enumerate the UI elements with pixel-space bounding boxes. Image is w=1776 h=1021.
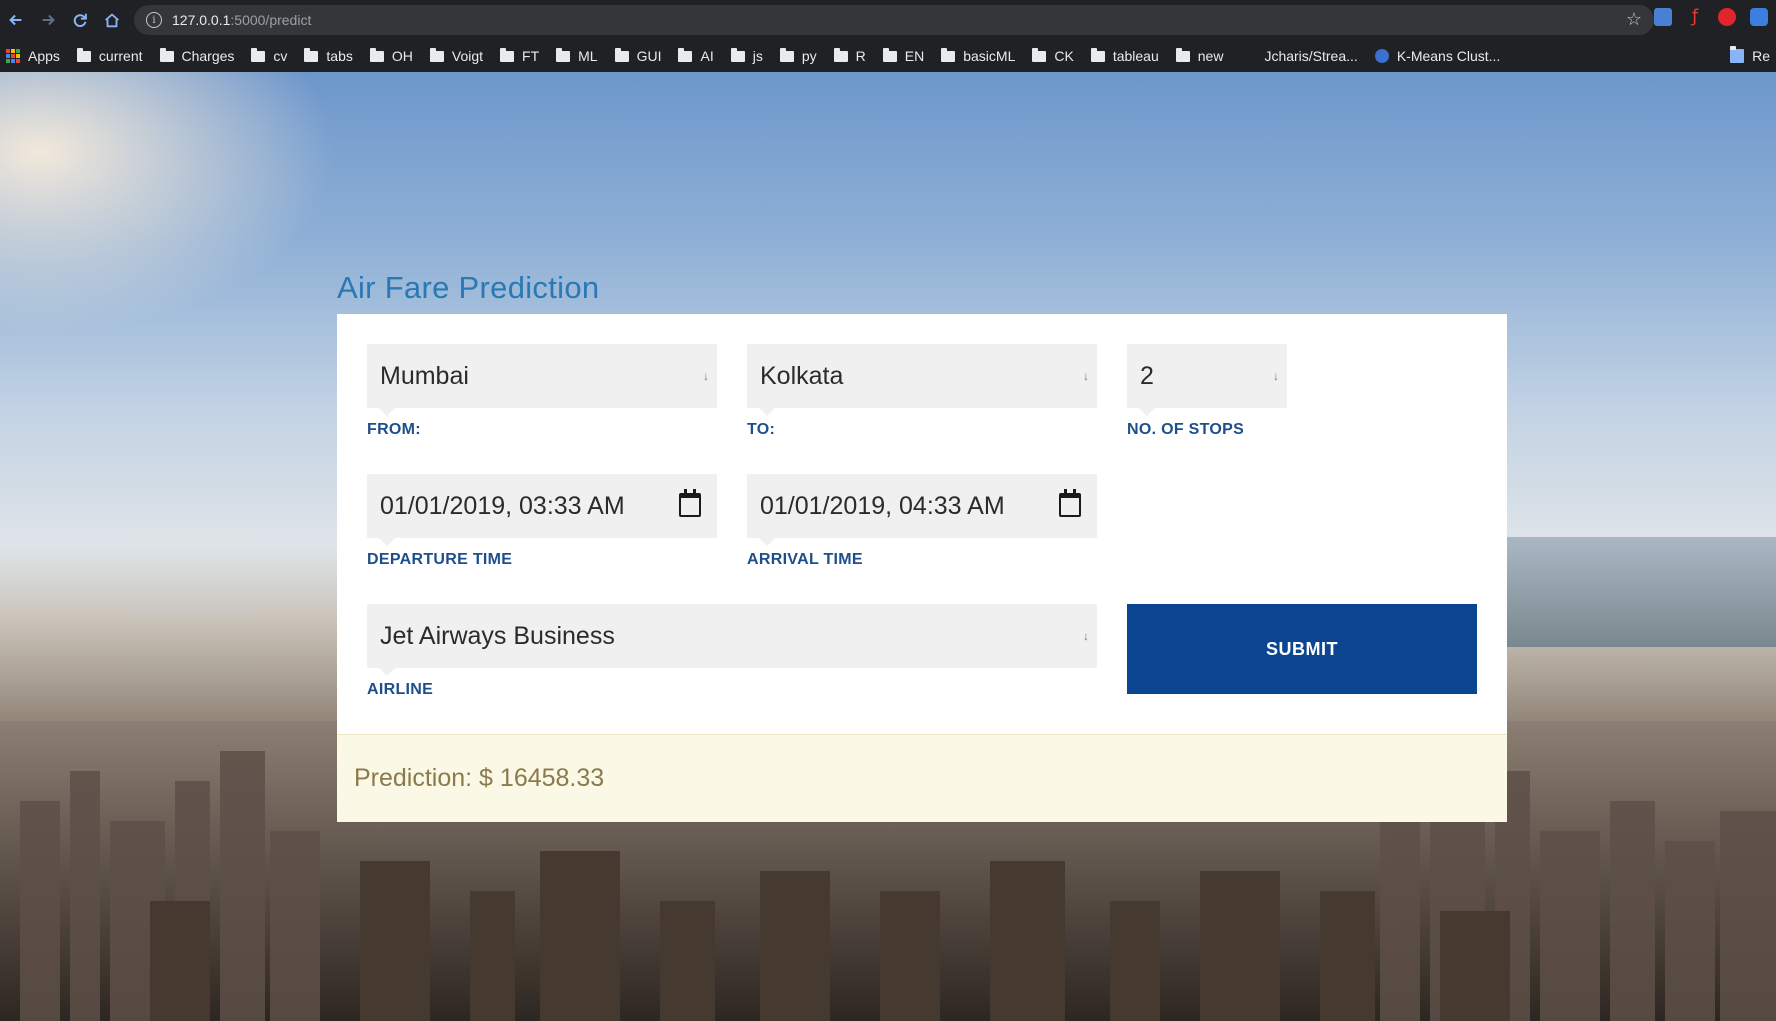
bookmark-star-icon[interactable]: ☆ [1626, 9, 1642, 30]
bookmark-folder[interactable]: AI [678, 47, 714, 64]
bookmark-folder[interactable]: GUI [614, 47, 661, 64]
page-title: Air Fare Prediction [337, 270, 600, 305]
bookmark-folder[interactable]: current [76, 47, 143, 64]
bookmark-link[interactable]: K-Means Clust... [1374, 48, 1500, 64]
stops-label: NO. OF STOPS [1127, 421, 1245, 438]
folder-icon [678, 47, 693, 62]
dropdown-arrow-icon: ↓ [1083, 369, 1089, 383]
address-bar[interactable]: i 127.0.0.1:5000/predict ☆ [134, 5, 1654, 35]
stops-select[interactable]: 2 ↓ [1127, 344, 1287, 416]
prediction-result: Prediction: $ 16458.33 [337, 734, 1507, 822]
bookmark-folder[interactable]: ML [556, 47, 598, 64]
folder-icon [833, 47, 848, 62]
pdf-extension-icon[interactable]: ƒ [1686, 8, 1704, 26]
calendar-icon[interactable] [1059, 489, 1081, 517]
folder-icon [500, 47, 515, 62]
bookmark-folder[interactable]: Voigt [429, 47, 483, 64]
bookmark-folder[interactable]: FT [500, 47, 539, 64]
folder-icon [779, 47, 794, 62]
folder-icon [730, 47, 745, 62]
bookmark-folder[interactable]: CK [1032, 47, 1074, 64]
airline-label: AIRLINE [367, 681, 434, 698]
dropdown-arrow-icon: ↓ [1083, 629, 1089, 643]
to-label: TO: [747, 421, 776, 438]
folder-icon [614, 47, 629, 62]
bookmark-folder[interactable]: js [730, 47, 763, 64]
stops-value: 2 [1140, 361, 1154, 390]
from-select[interactable]: Mumbai ↓ [367, 344, 717, 416]
folder-icon [251, 47, 266, 62]
folder-icon [941, 47, 956, 62]
site-info-icon[interactable]: i [146, 12, 162, 28]
puzzle-extension-icon[interactable] [1750, 8, 1768, 26]
bookmark-folder[interactable]: cv [251, 47, 287, 64]
bookmark-folder[interactable]: tabs [304, 47, 353, 64]
extensions-area: ƒ [1654, 8, 1768, 26]
back-arrow-icon [9, 14, 22, 26]
airline-value: Jet Airways Business [380, 621, 615, 650]
reload-button[interactable] [66, 6, 94, 34]
folder-icon [159, 47, 174, 62]
forward-arrow-icon [42, 14, 55, 26]
bookmark-apps[interactable]: Apps [6, 48, 60, 64]
reading-list[interactable]: Re [1730, 40, 1776, 72]
folder-icon [1032, 47, 1047, 62]
bookmark-folder[interactable]: EN [882, 47, 924, 64]
browser-toolbar: i 127.0.0.1:5000/predict ☆ ƒ [0, 0, 1776, 40]
bookmark-folder[interactable]: py [779, 47, 817, 64]
departure-time-label: DEPARTURE TIME [367, 551, 513, 568]
folder-icon [1175, 47, 1190, 62]
arrival-time-input[interactable]: 01/01/2019, 04:33 AM [747, 474, 1097, 546]
url-text[interactable]: 127.0.0.1:5000/predict [172, 12, 311, 28]
home-button[interactable] [98, 6, 126, 34]
back-button[interactable] [2, 6, 30, 34]
translate-extension-icon[interactable] [1654, 8, 1672, 26]
bookmarks-bar: Apps current Charges cv tabs OH Voigt FT… [0, 40, 1776, 72]
adblock-extension-icon[interactable] [1718, 8, 1736, 26]
arrival-time-label: ARRIVAL TIME [747, 551, 863, 568]
from-label: FROM: [367, 421, 421, 438]
folder-icon [1090, 47, 1105, 62]
arrival-time-value: 01/01/2019, 04:33 AM [760, 491, 1005, 520]
to-select[interactable]: Kolkata ↓ [747, 344, 1097, 416]
airline-select[interactable]: Jet Airways Business ↓ [367, 604, 1097, 676]
bookmark-folder[interactable]: OH [369, 47, 413, 64]
departure-time-value: 01/01/2019, 03:33 AM [380, 491, 625, 520]
calendar-icon[interactable] [679, 489, 701, 517]
dropdown-arrow-icon: ↓ [1273, 369, 1279, 383]
dropdown-arrow-icon: ↓ [703, 369, 709, 383]
bookmark-folder[interactable]: Charges [159, 47, 234, 64]
departure-time-input[interactable]: 01/01/2019, 03:33 AM [367, 474, 717, 546]
bookmark-folder[interactable]: tableau [1090, 47, 1159, 64]
bookmark-link[interactable]: Jcharis/Strea... [1264, 48, 1357, 64]
bookmark-folder[interactable]: new [1175, 47, 1223, 64]
apps-grid-icon [6, 49, 20, 63]
bookmark-folder[interactable]: R [833, 47, 866, 64]
folder-icon [882, 47, 897, 62]
kmeans-favicon-icon [1374, 49, 1389, 63]
from-value: Mumbai [380, 361, 469, 390]
forward-button[interactable] [34, 6, 62, 34]
folder-icon [429, 47, 444, 62]
folder-icon [556, 47, 571, 62]
bookmark-folder[interactable]: basicML [941, 47, 1015, 64]
folder-icon [76, 47, 91, 62]
folder-icon [304, 47, 319, 62]
prediction-form: Mumbai ↓ FROM: Kolkata ↓ TO: 2 ↓ NO. OF … [337, 314, 1507, 734]
reading-list-icon [1730, 46, 1745, 63]
home-icon [105, 13, 119, 28]
reload-icon [73, 13, 87, 28]
folder-icon [369, 47, 384, 62]
submit-button[interactable]: SUBMIT [1127, 604, 1477, 694]
to-value: Kolkata [760, 361, 844, 390]
